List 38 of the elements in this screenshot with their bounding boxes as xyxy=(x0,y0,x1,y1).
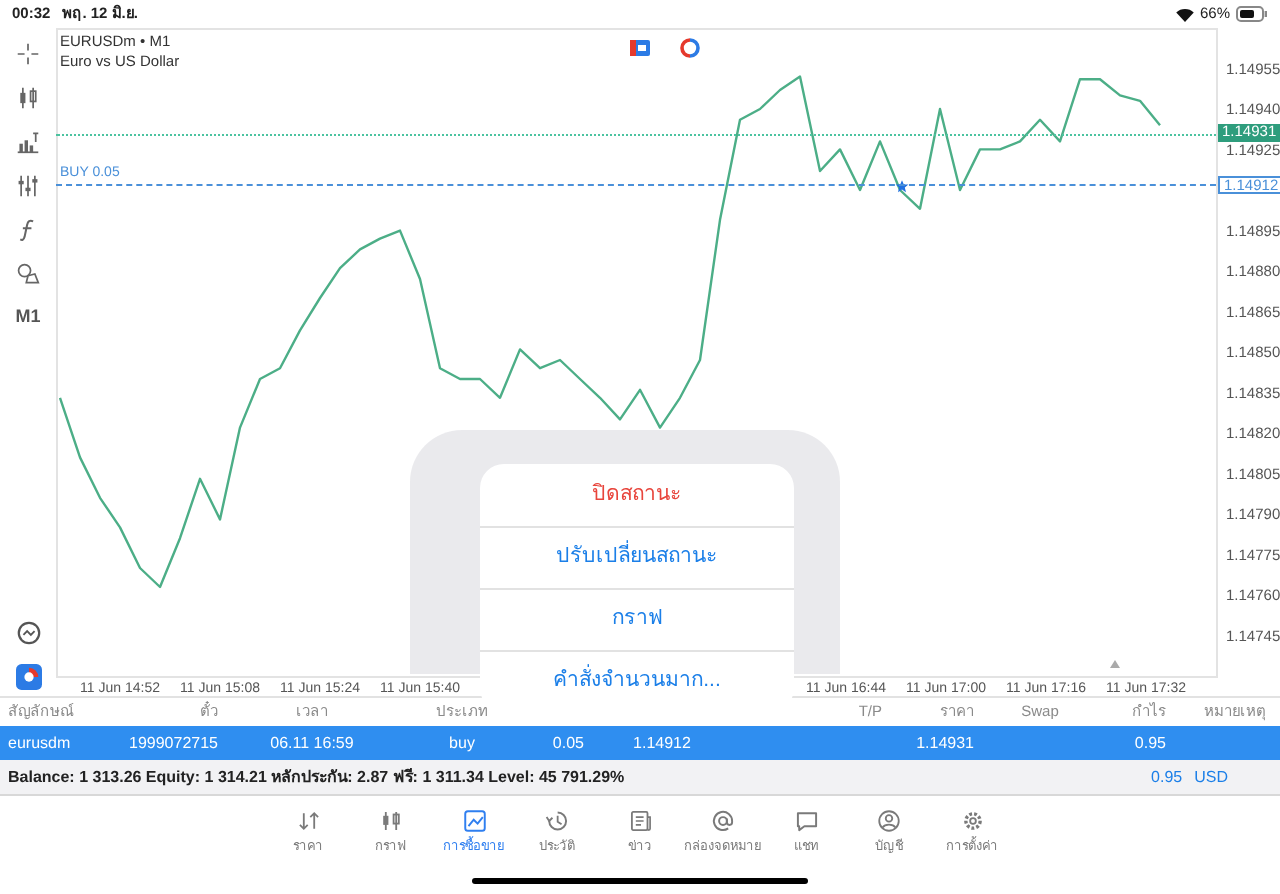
user-circle-icon xyxy=(876,808,902,834)
candlestick-icon xyxy=(378,808,404,834)
newspaper-icon xyxy=(627,808,653,834)
wifi-icon xyxy=(1175,7,1194,21)
candlestick-icon[interactable] xyxy=(16,86,40,110)
app-logo-icon[interactable] xyxy=(15,663,41,689)
table-cell: 1.14931 xyxy=(916,733,974,751)
trade-marker-icon xyxy=(895,180,909,193)
table-cell: 0.95 xyxy=(1134,733,1166,751)
clock-icon xyxy=(544,808,570,834)
table-cell: 06.11 16:59 xyxy=(270,733,354,751)
menu-item[interactable]: ปิดสถานะ xyxy=(480,464,794,526)
table-cell: buy xyxy=(449,733,475,751)
sliders-icon[interactable] xyxy=(16,174,40,198)
shapes-icon[interactable] xyxy=(16,262,40,286)
table-cell: eurusdm xyxy=(8,733,71,751)
table-cell: 1.14912 xyxy=(633,733,691,751)
indicators-icon[interactable] xyxy=(16,130,40,154)
timeframe-button[interactable]: M1 xyxy=(15,296,41,340)
crosshair-icon[interactable] xyxy=(16,42,40,66)
at-sign-icon xyxy=(710,808,736,834)
menu-item[interactable]: กราฟ xyxy=(480,588,794,650)
function-icon[interactable] xyxy=(16,218,40,242)
table-cell: 1999072715 xyxy=(129,733,218,751)
menu-item[interactable]: ปรับเปลี่ยนสถานะ xyxy=(480,526,794,588)
ring-icon[interactable] xyxy=(680,38,700,58)
battery-icon xyxy=(1236,6,1268,22)
time-marker-icon xyxy=(1110,660,1120,668)
table-cell: 0.05 xyxy=(552,733,584,751)
zoom-icon[interactable] xyxy=(15,619,41,645)
arrows-icon xyxy=(295,808,321,834)
total-profit: 0.95 xyxy=(1151,765,1183,789)
settings-icon xyxy=(959,808,985,834)
position-row[interactable]: eurusdm 1999072715 06.11 16:59 buy 0.05 1.14912 1.14931 0.95 xyxy=(0,726,1280,760)
line-chart-icon xyxy=(461,808,487,834)
account-summary: Balance: 1 313.26 Equity: 1 314.21 หลักประกัน: 2.87 ฟรี: 1 311.34 Level: 45 791.29% xyxy=(8,765,625,789)
chat-bubble-icon xyxy=(793,808,819,834)
currency-label: USD xyxy=(1194,765,1228,789)
